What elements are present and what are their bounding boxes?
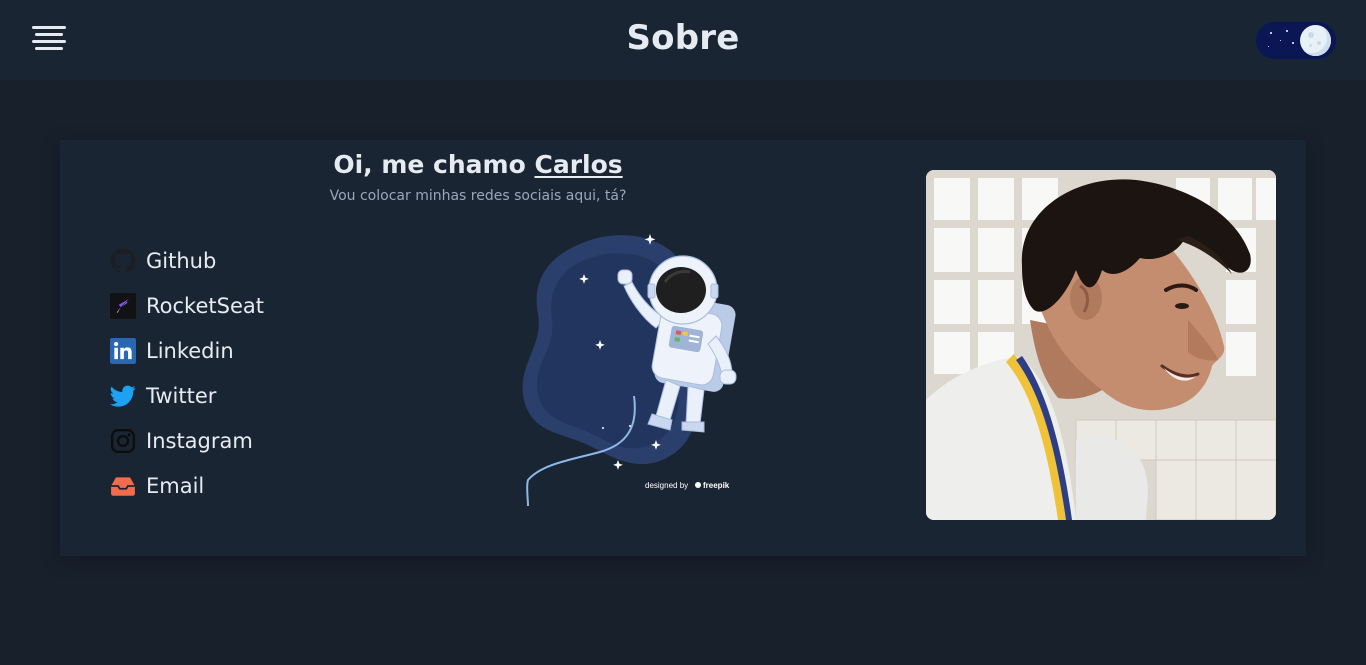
illustration-credit-brand: freepik xyxy=(703,481,730,490)
illustration-credit-prefix: designed by xyxy=(645,481,688,490)
instagram-icon xyxy=(110,428,136,454)
theme-toggle[interactable] xyxy=(1256,22,1336,59)
social-link-email[interactable]: Email xyxy=(110,463,330,508)
greeting-heading: Oi, me chamo Carlos xyxy=(288,150,668,179)
freepik-logo-icon xyxy=(695,482,701,488)
social-link-label: Github xyxy=(146,248,217,273)
social-links-list: Github RocketSeat Linkedin Twitter Insta… xyxy=(110,238,330,508)
rocketseat-icon xyxy=(110,292,136,319)
social-link-twitter[interactable]: Twitter xyxy=(110,373,330,418)
social-link-label: Email xyxy=(146,473,205,498)
moon-icon xyxy=(1300,25,1331,56)
social-link-label: Linkedin xyxy=(146,338,234,363)
social-link-github[interactable]: Github xyxy=(110,238,330,283)
name-link[interactable]: Carlos xyxy=(534,150,622,179)
page-title: Sobre xyxy=(626,18,740,58)
social-link-label: Twitter xyxy=(146,383,217,408)
social-link-rocketseat[interactable]: RocketSeat xyxy=(110,283,330,328)
greeting-prefix: Oi, me chamo xyxy=(333,150,535,179)
social-link-label: RocketSeat xyxy=(146,293,264,318)
inbox-icon xyxy=(110,473,136,499)
social-link-label: Instagram xyxy=(146,428,253,453)
github-icon xyxy=(110,248,136,274)
social-link-linkedin[interactable]: Linkedin xyxy=(110,328,330,373)
about-card: Oi, me chamo Carlos Vou colocar minhas r… xyxy=(60,140,1306,556)
top-bar: Sobre xyxy=(0,0,1366,80)
twitter-icon xyxy=(110,383,136,409)
subtitle: Vou colocar minhas redes sociais aqui, t… xyxy=(329,188,627,204)
astronaut-illustration: designed by freepik xyxy=(510,230,750,510)
linkedin-icon xyxy=(110,337,136,364)
profile-photo xyxy=(926,170,1276,520)
social-link-instagram[interactable]: Instagram xyxy=(110,418,330,463)
